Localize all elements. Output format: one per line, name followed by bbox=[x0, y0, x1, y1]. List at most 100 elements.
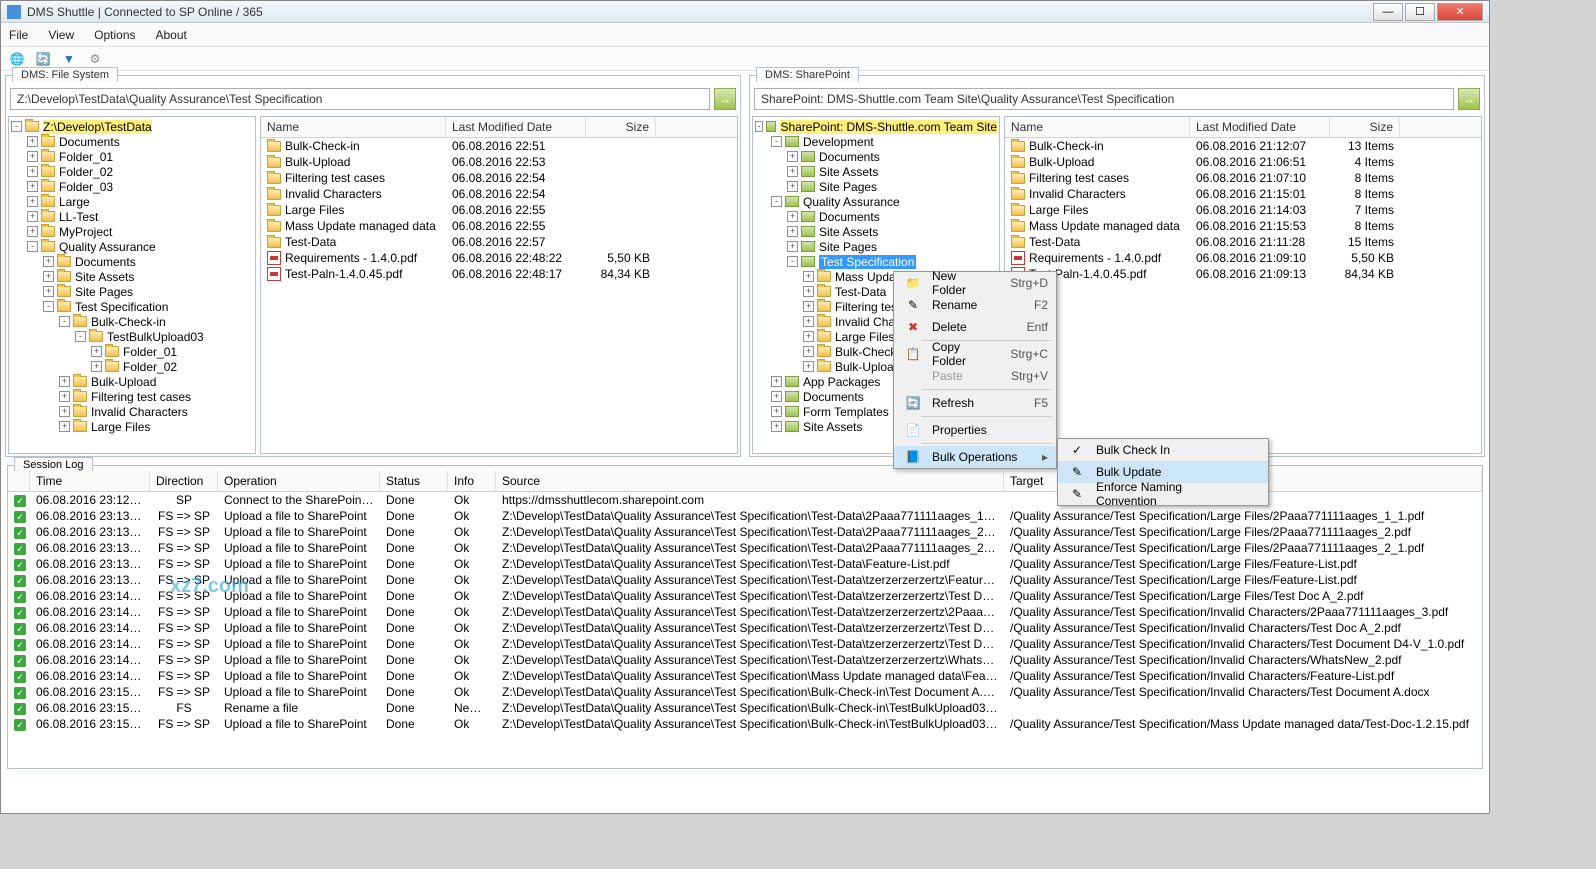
file-row[interactable]: Bulk-Upload06.08.2016 21:06:514 Items bbox=[1005, 154, 1481, 170]
close-button[interactable]: ✕ bbox=[1437, 3, 1483, 21]
expand-icon[interactable]: + bbox=[91, 346, 102, 357]
log-row[interactable]: ✓06.08.2016 23:14:44FS => SPUpload a fil… bbox=[8, 668, 1482, 684]
tree-node[interactable]: -TestBulkUpload03 bbox=[11, 329, 253, 344]
tree-node[interactable]: -Bulk-Check-in bbox=[11, 314, 253, 329]
tree-node[interactable]: +Folder_01 bbox=[11, 344, 253, 359]
tree-node[interactable]: +Invalid Characters bbox=[11, 404, 253, 419]
expand-icon[interactable]: + bbox=[43, 256, 54, 267]
ctx-bulk-check-in[interactable]: ✓Bulk Check In bbox=[1058, 439, 1268, 461]
right-path-input[interactable] bbox=[754, 88, 1454, 110]
log-row[interactable]: ✓06.08.2016 23:15:05FS => SPUpload a fil… bbox=[8, 684, 1482, 700]
expand-icon[interactable]: + bbox=[27, 226, 38, 237]
tree-node[interactable]: +Site Assets bbox=[755, 224, 997, 239]
file-row[interactable]: Invalid Characters06.08.2016 21:15:018 I… bbox=[1005, 186, 1481, 202]
expand-icon[interactable]: + bbox=[43, 286, 54, 297]
tree-node[interactable]: +Large Files bbox=[11, 419, 253, 434]
file-row[interactable]: Bulk-Check-in06.08.2016 21:12:0713 Items bbox=[1005, 138, 1481, 154]
ctx-paste[interactable]: PasteStrg+V bbox=[894, 365, 1056, 387]
tree-node[interactable]: -Quality Assurance bbox=[755, 194, 997, 209]
col-date[interactable]: Last Modified Date bbox=[1190, 117, 1330, 137]
expand-icon[interactable]: + bbox=[59, 391, 70, 402]
maximize-button[interactable]: ☐ bbox=[1405, 3, 1435, 21]
expand-icon[interactable]: - bbox=[59, 316, 70, 327]
col-name[interactable]: Name bbox=[261, 117, 446, 137]
tree-node[interactable]: -Z:\Develop\TestData bbox=[11, 119, 253, 134]
col-size[interactable]: Size bbox=[586, 117, 656, 137]
tree-node[interactable]: -SharePoint: DMS-Shuttle.com Team Site bbox=[755, 119, 997, 134]
tree-node[interactable]: +Large bbox=[11, 194, 253, 209]
log-col-operation[interactable]: Operation bbox=[218, 471, 380, 491]
log-col-time[interactable]: Time bbox=[30, 471, 150, 491]
expand-icon[interactable]: + bbox=[27, 181, 38, 192]
expand-icon[interactable]: + bbox=[59, 376, 70, 387]
filter-icon[interactable]: ▼ bbox=[59, 49, 79, 69]
expand-icon[interactable]: - bbox=[43, 301, 54, 312]
left-tree[interactable]: -Z:\Develop\TestData+Documents +Folder_01… bbox=[8, 116, 256, 454]
log-row[interactable]: ✓06.08.2016 23:13:34FS => SPUpload a fil… bbox=[8, 508, 1482, 524]
tree-node[interactable]: +Site Pages bbox=[755, 239, 997, 254]
expand-icon[interactable]: - bbox=[11, 121, 22, 132]
ctx-new-folder[interactable]: 📁New FolderStrg+D bbox=[894, 272, 1056, 294]
expand-icon[interactable]: + bbox=[803, 286, 814, 297]
tree-node[interactable]: +Documents bbox=[755, 149, 997, 164]
tree-node[interactable]: +Documents bbox=[11, 134, 253, 149]
menu-view[interactable]: View bbox=[48, 28, 74, 42]
ctx-bulk-operations[interactable]: 📘Bulk Operations▸ bbox=[894, 446, 1056, 468]
file-row[interactable]: Filtering test cases06.08.2016 22:54 bbox=[261, 170, 737, 186]
expand-icon[interactable]: + bbox=[803, 331, 814, 342]
ctx-delete[interactable]: ✖DeleteEntf bbox=[894, 316, 1056, 338]
file-row[interactable]: Test-Data06.08.2016 22:57 bbox=[261, 234, 737, 250]
right-go-button[interactable]: → bbox=[1458, 88, 1480, 110]
log-col-source[interactable]: Source bbox=[496, 471, 1004, 491]
expand-icon[interactable]: + bbox=[771, 376, 782, 387]
left-pane-tab[interactable]: DMS: File System bbox=[12, 67, 118, 82]
expand-icon[interactable]: + bbox=[787, 151, 798, 162]
tree-node[interactable]: +Folder_03 bbox=[11, 179, 253, 194]
tree-node[interactable]: -Test Specification bbox=[755, 254, 997, 269]
ctx-enforce-naming-convention[interactable]: ✎Enforce Naming Convention bbox=[1058, 483, 1268, 505]
expand-icon[interactable]: + bbox=[803, 271, 814, 282]
expand-icon[interactable]: + bbox=[803, 346, 814, 357]
ctx-properties[interactable]: 📄Properties bbox=[894, 419, 1056, 441]
expand-icon[interactable]: + bbox=[771, 406, 782, 417]
expand-icon[interactable]: + bbox=[59, 421, 70, 432]
expand-icon[interactable]: + bbox=[43, 271, 54, 282]
file-row[interactable]: Large Files06.08.2016 22:55 bbox=[261, 202, 737, 218]
tree-node[interactable]: +Documents bbox=[755, 209, 997, 224]
ctx-rename[interactable]: ✎RenameF2 bbox=[894, 294, 1056, 316]
expand-icon[interactable]: + bbox=[27, 196, 38, 207]
col-name[interactable]: Name bbox=[1005, 117, 1190, 137]
log-row[interactable]: ✓06.08.2016 23:14:27FS => SPUpload a fil… bbox=[8, 620, 1482, 636]
expand-icon[interactable]: + bbox=[27, 136, 38, 147]
tree-node[interactable]: +Folder_02 bbox=[11, 359, 253, 374]
menu-options[interactable]: Options bbox=[94, 28, 135, 42]
menu-file[interactable]: File bbox=[9, 28, 28, 42]
file-row[interactable]: Filtering test cases06.08.2016 21:07:108… bbox=[1005, 170, 1481, 186]
log-col-status[interactable]: Status bbox=[380, 471, 448, 491]
file-row[interactable]: Test-Paln-1.4.0.45.pdf06.08.2016 22:48:1… bbox=[261, 266, 737, 282]
expand-icon[interactable]: + bbox=[27, 166, 38, 177]
file-row[interactable]: Test-Paln-1.4.0.45.pdf06.08.2016 21:09:1… bbox=[1005, 266, 1481, 282]
minimize-button[interactable]: — bbox=[1373, 3, 1403, 21]
expand-icon[interactable]: + bbox=[787, 166, 798, 177]
log-col-direction[interactable]: Direction bbox=[150, 471, 218, 491]
col-date[interactable]: Last Modified Date bbox=[446, 117, 586, 137]
expand-icon[interactable]: + bbox=[803, 361, 814, 372]
settings-icon[interactable]: ⚙ bbox=[85, 49, 105, 69]
expand-icon[interactable]: - bbox=[771, 136, 782, 147]
left-filelist[interactable]: Name Last Modified Date Size Bulk-Check-… bbox=[260, 116, 738, 454]
ctx-refresh[interactable]: 🔄RefreshF5 bbox=[894, 392, 1056, 414]
log-row[interactable]: ✓06.08.2016 23:13:45FS => SPUpload a fil… bbox=[8, 540, 1482, 556]
log-row[interactable]: ✓06.08.2016 23:13:59FS => SPUpload a fil… bbox=[8, 572, 1482, 588]
col-size[interactable]: Size bbox=[1330, 117, 1400, 137]
file-row[interactable]: Mass Update managed data06.08.2016 21:15… bbox=[1005, 218, 1481, 234]
file-row[interactable]: Large Files06.08.2016 21:14:037 Items bbox=[1005, 202, 1481, 218]
expand-icon[interactable]: - bbox=[27, 241, 38, 252]
expand-icon[interactable]: + bbox=[787, 181, 798, 192]
file-row[interactable]: Requirements - 1.4.0.pdf06.08.2016 21:09… bbox=[1005, 250, 1481, 266]
expand-icon[interactable]: + bbox=[787, 226, 798, 237]
expand-icon[interactable]: + bbox=[59, 406, 70, 417]
tree-node[interactable]: +LL-Test bbox=[11, 209, 253, 224]
log-row[interactable]: ✓06.08.2016 23:14:07FS => SPUpload a fil… bbox=[8, 588, 1482, 604]
right-filelist[interactable]: Name Last Modified Date Size Bulk-Check-… bbox=[1004, 116, 1482, 454]
